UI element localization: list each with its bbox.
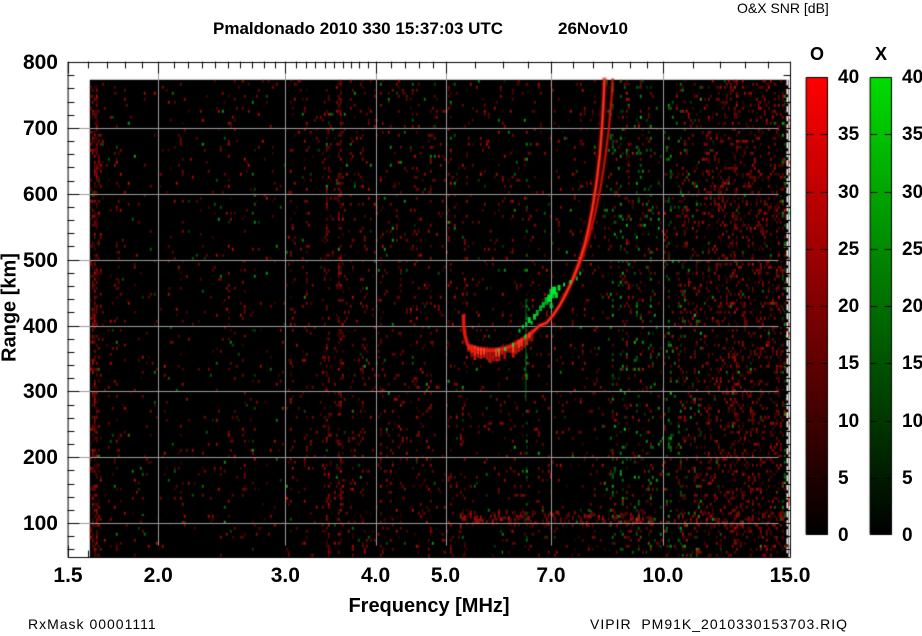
x-tick-label: 15.0 bbox=[769, 564, 811, 587]
x-tick-label: 2.0 bbox=[143, 564, 173, 587]
colorbar-o-tick-label: 30 bbox=[838, 181, 860, 203]
colorbar-o-tick-label: 40 bbox=[838, 67, 860, 88]
x-tick-label: 7.0 bbox=[536, 564, 566, 587]
colorbar-o-tick-label: 15 bbox=[838, 353, 860, 375]
y-axis-title: Range [km] bbox=[0, 253, 21, 362]
colorbar-x-label: X bbox=[874, 44, 887, 64]
y-tick-label: 400 bbox=[22, 314, 58, 338]
ionogram-figure: Pmaldonado 2010 330 15:37:03 UTC 26Nov10… bbox=[0, 0, 922, 636]
x-tick-label: 1.5 bbox=[53, 564, 83, 587]
colorbar-o-tick-label: 0 bbox=[838, 525, 849, 546]
colorbar-x-tick-label: 0 bbox=[902, 525, 913, 546]
colorbar-x-tick-label: 30 bbox=[902, 181, 922, 203]
plot-date: 26Nov10 bbox=[558, 19, 628, 38]
y-tick-label: 200 bbox=[22, 446, 58, 470]
colorbar-x-tick-label: 40 bbox=[902, 67, 922, 88]
plot-title: Pmaldonado 2010 330 15:37:03 UTC bbox=[213, 19, 504, 38]
filename-text: VIPIR PM91K_2010330153703.RIQ bbox=[590, 616, 849, 632]
ionogram-plot-canvas bbox=[0, 0, 922, 636]
colorbar-o-tick-label: 25 bbox=[838, 238, 860, 260]
colorbar-x-tick-label: 20 bbox=[902, 296, 922, 317]
colorbar-x-tick-label: 5 bbox=[902, 467, 913, 489]
y-tick-label: 600 bbox=[22, 182, 58, 206]
x-tick-label: 3.0 bbox=[270, 564, 300, 587]
rxmask-text: RxMask 00001111 bbox=[28, 616, 157, 632]
colorbar-o-tick-label: 10 bbox=[838, 410, 860, 432]
colorbar-o-tick-label: 5 bbox=[838, 467, 849, 489]
colorbar-x-tick-label: 10 bbox=[902, 410, 922, 432]
colorbar-title: O&X SNR [dB] bbox=[737, 0, 829, 16]
colorbar-o-tick-label: 35 bbox=[838, 124, 860, 146]
x-axis-title: Frequency [MHz] bbox=[348, 595, 510, 617]
colorbar-x-tick-label: 35 bbox=[902, 124, 922, 146]
colorbar-o-label: O bbox=[809, 44, 824, 64]
y-tick-label: 700 bbox=[22, 116, 58, 140]
x-tick-label: 10.0 bbox=[642, 564, 684, 587]
colorbar-x-tick-label: 15 bbox=[902, 353, 922, 375]
colorbar-o-tick-label: 20 bbox=[838, 296, 860, 317]
colorbar-x-tick-label: 25 bbox=[902, 238, 922, 260]
x-tick-label: 4.0 bbox=[360, 564, 391, 587]
x-tick-label: 5.0 bbox=[430, 564, 461, 587]
y-tick-label: 800 bbox=[22, 51, 58, 74]
y-tick-label: 100 bbox=[22, 512, 58, 536]
y-tick-label: 500 bbox=[22, 248, 58, 272]
y-tick-label: 300 bbox=[22, 380, 58, 404]
